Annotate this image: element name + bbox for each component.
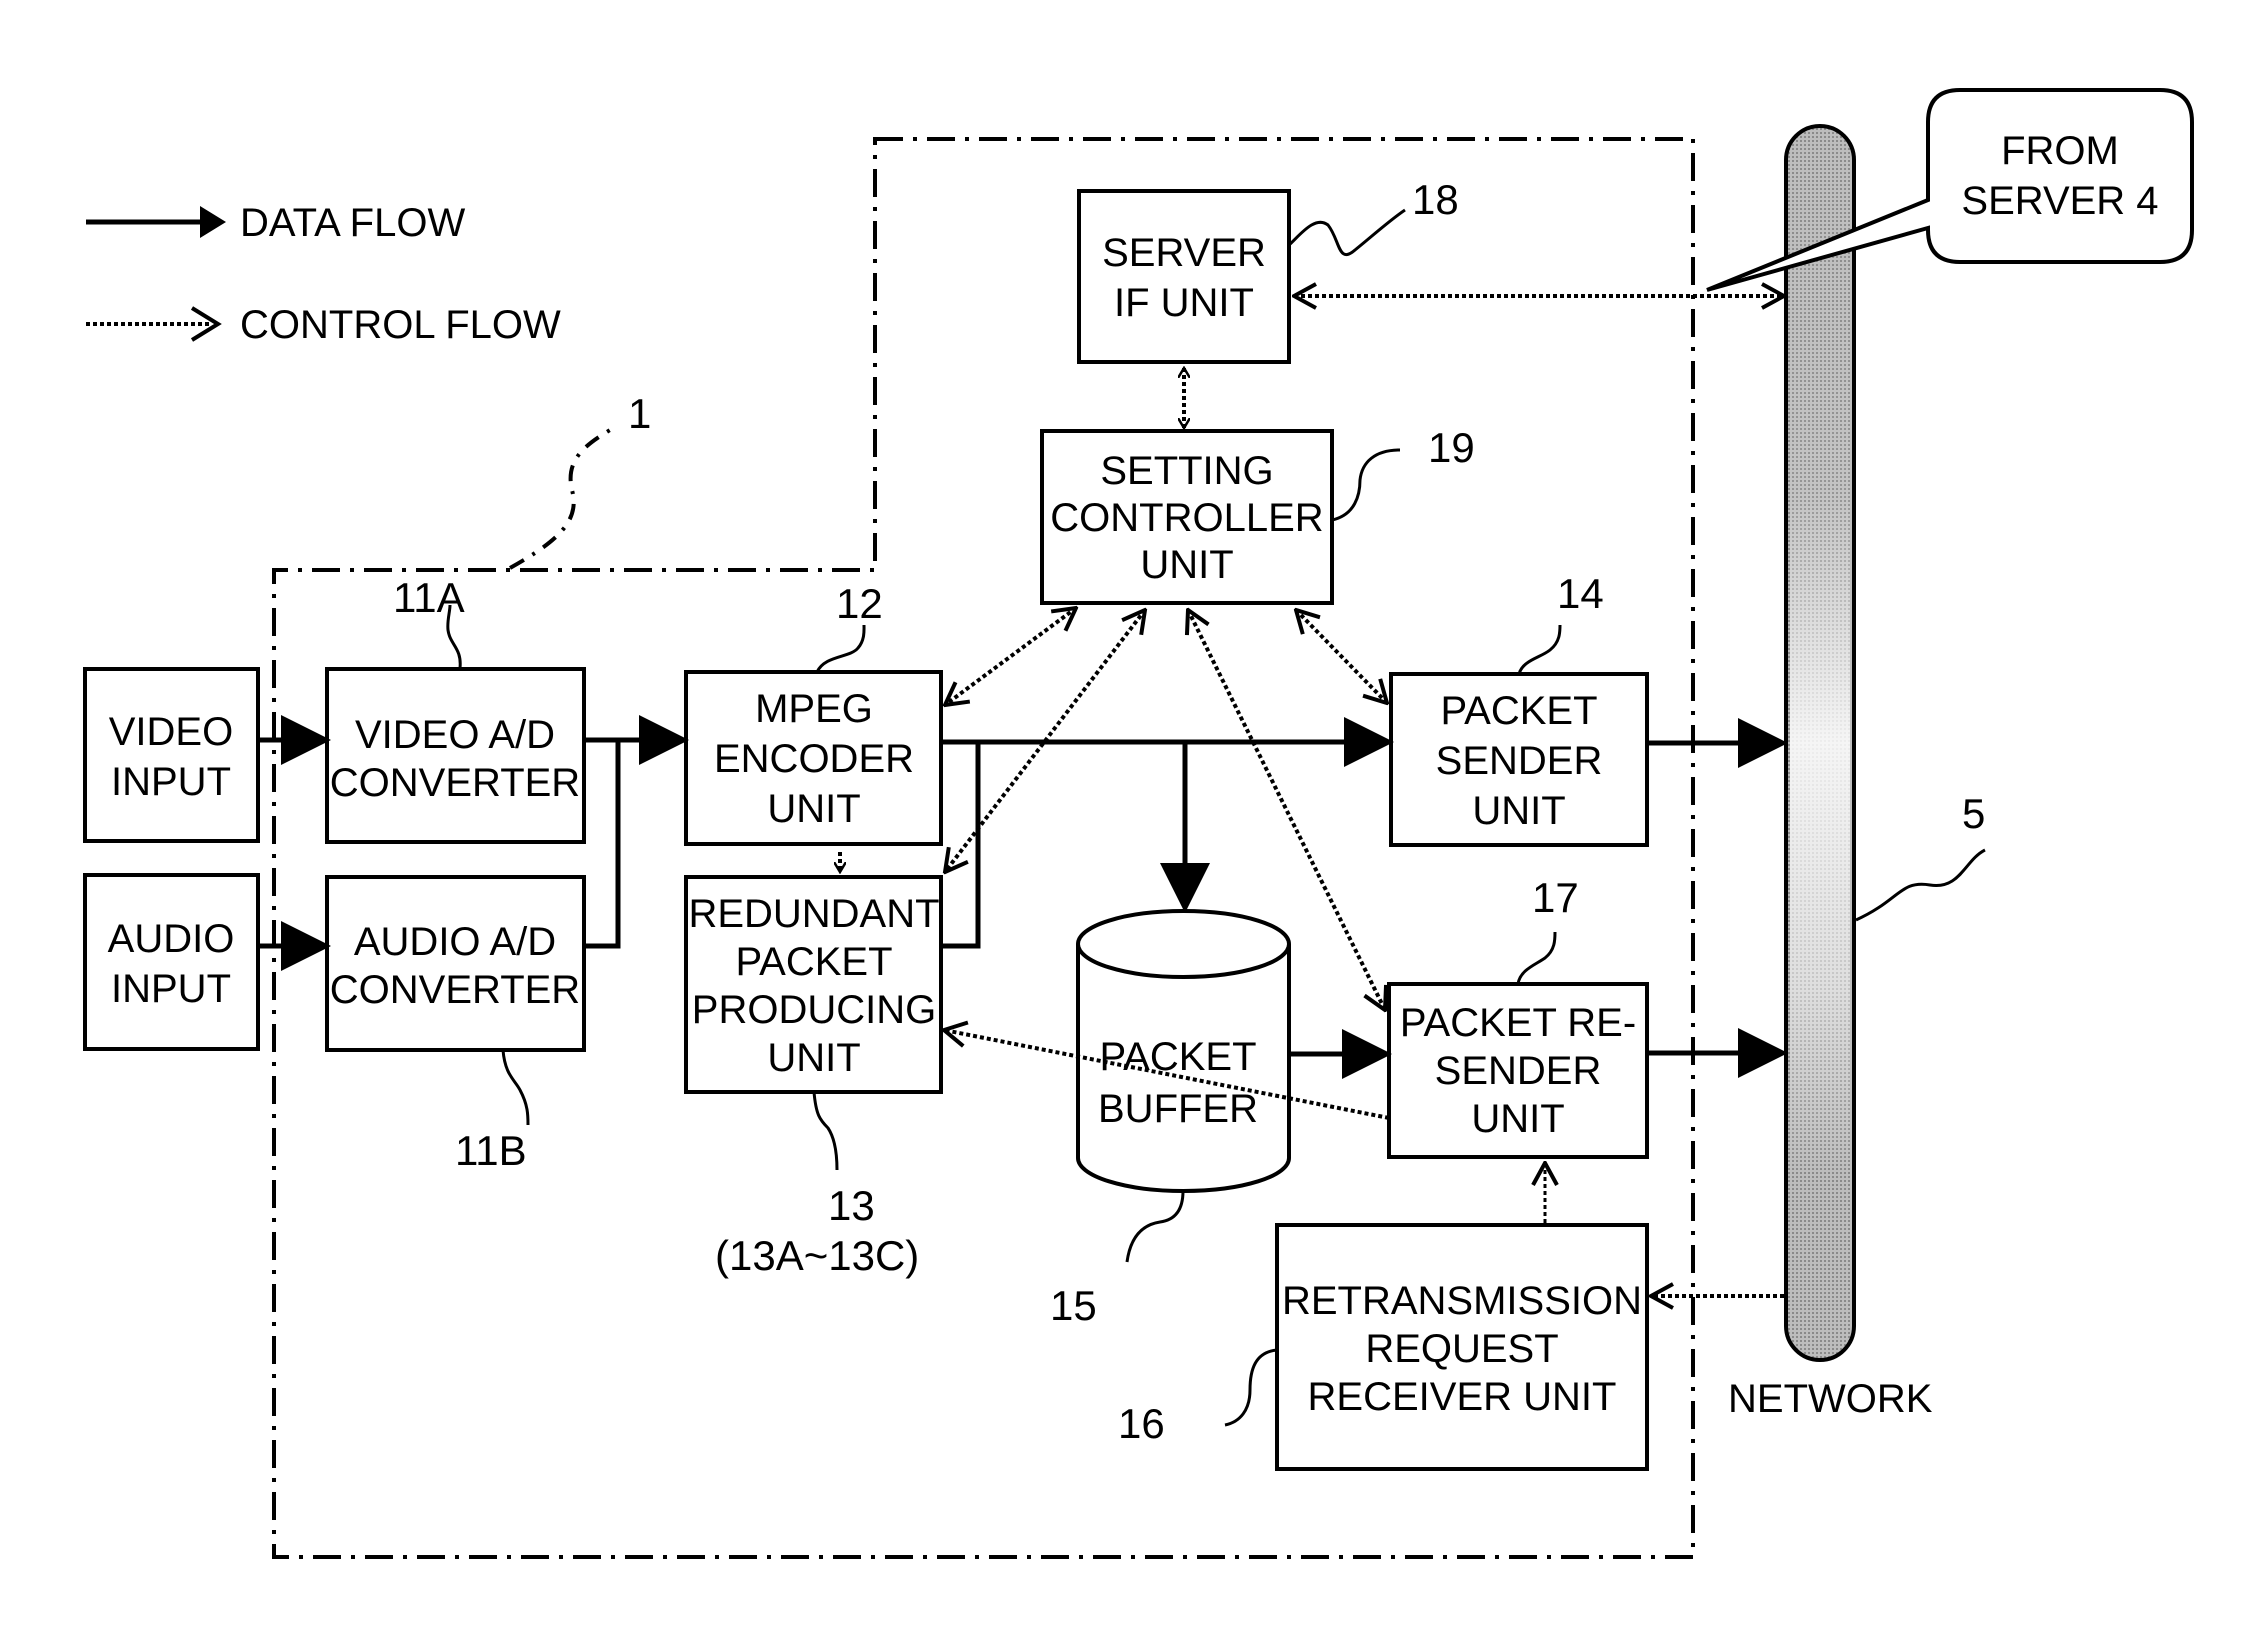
block-label: UNIT	[1140, 543, 1233, 587]
ref-redundant: 13	[828, 1182, 875, 1229]
ref-packet-resender: 17	[1532, 874, 1579, 921]
block-label: UNIT	[1472, 789, 1565, 833]
callout-from-server: FROM SERVER 4	[1706, 88, 2194, 292]
ref-audio-ad: 11B	[455, 1127, 527, 1174]
block-packet-buffer: PACKET BUFFER	[1076, 909, 1291, 1193]
block-label: BUFFER	[1098, 1087, 1258, 1131]
ref-retransmission: 16	[1118, 1400, 1165, 1447]
ref-redundant-sub: (13A~13C)	[715, 1232, 919, 1279]
block-label: SENDER	[1436, 739, 1603, 783]
device-ref-leader	[509, 428, 612, 570]
block-label: SERVER	[1102, 231, 1266, 275]
block-label: UNIT	[1471, 1097, 1564, 1141]
block-packet-sender: PACKET SENDER UNIT	[1389, 672, 1649, 847]
ref-device: 1	[628, 390, 651, 437]
control-arrow-setting-mpeg	[945, 608, 1076, 705]
block-label: INPUT	[111, 760, 231, 804]
block-setting-controller: SETTING CONTROLLER UNIT	[1040, 429, 1334, 605]
block-label: CONVERTER	[330, 968, 580, 1012]
ref-packet-sender: 14	[1557, 570, 1604, 617]
block-label: AUDIO	[108, 917, 235, 961]
block-video-ad-converter: VIDEO A/D CONVERTER	[325, 667, 586, 844]
ref-packet-buffer: 15	[1050, 1282, 1097, 1329]
legend-data-flow-label: DATA FLOW	[240, 201, 465, 245]
block-server-if: SERVER IF UNIT	[1077, 189, 1291, 364]
block-label: INPUT	[111, 967, 231, 1011]
diagram-canvas: DATA FLOW CONTROL FLOW 1 NETWORK 5 FROM …	[0, 0, 2250, 1652]
legend-data-flow-arrowhead	[200, 206, 226, 238]
block-label: VIDEO	[109, 710, 233, 754]
block-redundant-packet-producing: REDUNDANT PACKET PRODUCING UNIT	[684, 875, 943, 1094]
block-label: VIDEO A/D	[355, 713, 555, 757]
network: NETWORK 5	[1728, 124, 1986, 1421]
block-label: PACKET	[735, 940, 892, 984]
block-label: CONVERTER	[330, 761, 580, 805]
callout-line-1: FROM	[2001, 129, 2119, 173]
block-label: REQUEST	[1365, 1327, 1558, 1371]
block-label: UNIT	[767, 787, 860, 831]
block-label: ENCODER	[714, 737, 914, 781]
ref-mpeg: 12	[836, 580, 883, 627]
block-label: RETRANSMISSION	[1282, 1279, 1642, 1323]
block-label: IF UNIT	[1114, 281, 1254, 325]
block-label: CONTROLLER	[1050, 496, 1323, 540]
block-label: PACKET	[1440, 689, 1597, 733]
block-mpeg-encoder: MPEG ENCODER UNIT	[684, 670, 943, 846]
block-label: AUDIO A/D	[354, 920, 556, 964]
block-label: PRODUCING	[692, 988, 936, 1032]
ref-network: 5	[1962, 790, 1985, 837]
block-label: SETTING	[1100, 449, 1273, 493]
block-audio-ad-converter: AUDIO A/D CONVERTER	[325, 875, 586, 1052]
block-packet-resender: PACKET RE- SENDER UNIT	[1387, 982, 1649, 1159]
legend: DATA FLOW CONTROL FLOW	[86, 201, 561, 347]
ref-setting: 19	[1428, 424, 1475, 471]
diagram-svg: DATA FLOW CONTROL FLOW 1 NETWORK 5 FROM …	[83, 88, 2194, 1559]
block-label: REDUNDANT	[688, 892, 939, 936]
data-line-audio-ad-merge	[584, 740, 621, 949]
ref-server-if: 18	[1412, 176, 1459, 223]
block-retransmission-request-receiver: RETRANSMISSION REQUEST RECEIVER UNIT	[1275, 1223, 1649, 1471]
network-label: NETWORK	[1728, 1377, 1933, 1421]
block-label: PACKET RE-	[1400, 1001, 1636, 1045]
ref-video-ad: 11A	[393, 574, 465, 621]
block-label: SENDER	[1435, 1049, 1602, 1093]
legend-control-flow-label: CONTROL FLOW	[240, 303, 561, 347]
block-audio-input: AUDIO INPUT	[83, 873, 260, 1051]
block-label: MPEG	[755, 687, 873, 731]
control-arrow-setting-sender	[1296, 610, 1387, 703]
block-video-input: VIDEO INPUT	[83, 667, 260, 843]
block-label: RECEIVER UNIT	[1308, 1375, 1617, 1419]
callout-line-2: SERVER 4	[1961, 179, 2158, 223]
data-line-redundant-merge	[941, 742, 981, 949]
block-label: PACKET	[1099, 1035, 1256, 1079]
block-label: UNIT	[767, 1036, 860, 1080]
